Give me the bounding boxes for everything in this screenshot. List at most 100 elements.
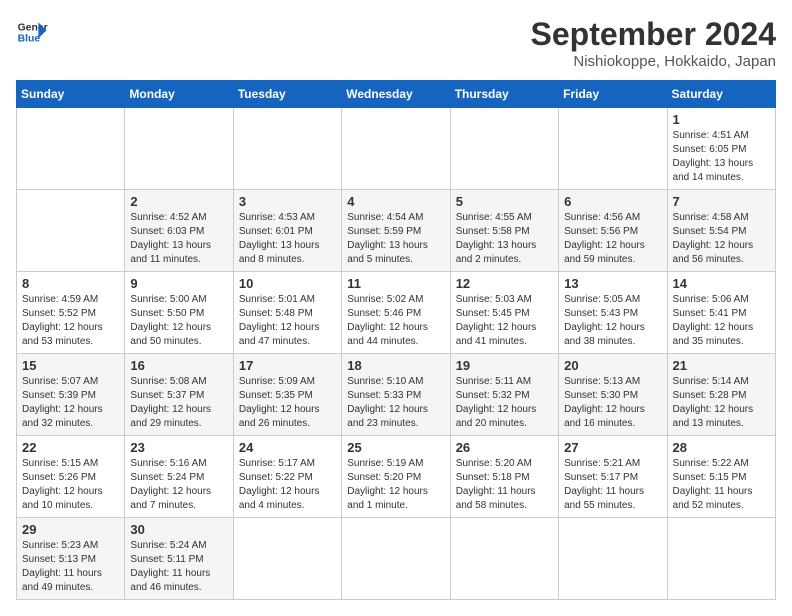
day-info: Sunrise: 4:55 AMSunset: 5:58 PMDaylight:… — [456, 212, 537, 265]
day-number: 10 — [239, 276, 336, 291]
day-info: Sunrise: 5:10 AMSunset: 5:33 PMDaylight:… — [347, 376, 428, 429]
calendar-cell: 10 Sunrise: 5:01 AMSunset: 5:48 PMDaylig… — [233, 272, 341, 354]
day-number: 13 — [564, 276, 661, 291]
day-info: Sunrise: 4:52 AMSunset: 6:03 PMDaylight:… — [130, 212, 211, 265]
header-thursday: Thursday — [450, 81, 558, 108]
calendar-week-4: 22 Sunrise: 5:15 AMSunset: 5:26 PMDaylig… — [17, 436, 776, 518]
calendar-cell: 7 Sunrise: 4:58 AMSunset: 5:54 PMDayligh… — [667, 190, 775, 272]
day-number: 27 — [564, 440, 661, 455]
day-number: 26 — [456, 440, 553, 455]
calendar-cell — [667, 518, 775, 600]
header-monday: Monday — [125, 81, 233, 108]
calendar-cell — [559, 108, 667, 190]
subtitle: Nishiokoppe, Hokkaido, Japan — [531, 53, 776, 70]
calendar-cell: 14 Sunrise: 5:06 AMSunset: 5:41 PMDaylig… — [667, 272, 775, 354]
header-tuesday: Tuesday — [233, 81, 341, 108]
day-number: 25 — [347, 440, 444, 455]
calendar-cell: 25 Sunrise: 5:19 AMSunset: 5:20 PMDaylig… — [342, 436, 450, 518]
calendar-cell: 8 Sunrise: 4:59 AMSunset: 5:52 PMDayligh… — [17, 272, 125, 354]
day-info: Sunrise: 5:24 AMSunset: 5:11 PMDaylight:… — [130, 540, 210, 593]
calendar-cell: 12 Sunrise: 5:03 AMSunset: 5:45 PMDaylig… — [450, 272, 558, 354]
day-number: 20 — [564, 358, 661, 373]
calendar-cell: 1 Sunrise: 4:51 AMSunset: 6:05 PMDayligh… — [667, 108, 775, 190]
calendar-cell: 20 Sunrise: 5:13 AMSunset: 5:30 PMDaylig… — [559, 354, 667, 436]
calendar-cell: 30 Sunrise: 5:24 AMSunset: 5:11 PMDaylig… — [125, 518, 233, 600]
day-number: 14 — [673, 276, 770, 291]
calendar-cell: 15 Sunrise: 5:07 AMSunset: 5:39 PMDaylig… — [17, 354, 125, 436]
day-number: 16 — [130, 358, 227, 373]
day-info: Sunrise: 5:08 AMSunset: 5:37 PMDaylight:… — [130, 376, 211, 429]
logo: General Blue — [16, 16, 48, 48]
day-number: 15 — [22, 358, 119, 373]
calendar-cell: 23 Sunrise: 5:16 AMSunset: 5:24 PMDaylig… — [125, 436, 233, 518]
day-info: Sunrise: 5:05 AMSunset: 5:43 PMDaylight:… — [564, 294, 645, 347]
calendar-cell: 17 Sunrise: 5:09 AMSunset: 5:35 PMDaylig… — [233, 354, 341, 436]
day-info: Sunrise: 5:07 AMSunset: 5:39 PMDaylight:… — [22, 376, 103, 429]
day-info: Sunrise: 4:53 AMSunset: 6:01 PMDaylight:… — [239, 212, 320, 265]
calendar-cell: 11 Sunrise: 5:02 AMSunset: 5:46 PMDaylig… — [342, 272, 450, 354]
day-info: Sunrise: 5:09 AMSunset: 5:35 PMDaylight:… — [239, 376, 320, 429]
calendar-cell — [233, 108, 341, 190]
day-info: Sunrise: 5:22 AMSunset: 5:15 PMDaylight:… — [673, 458, 753, 511]
day-number: 24 — [239, 440, 336, 455]
day-number: 1 — [673, 112, 770, 127]
day-number: 9 — [130, 276, 227, 291]
calendar-cell — [450, 518, 558, 600]
day-number: 7 — [673, 194, 770, 209]
svg-text:Blue: Blue — [18, 34, 41, 45]
calendar-cell — [233, 518, 341, 600]
calendar-cell — [342, 108, 450, 190]
calendar-cell: 9 Sunrise: 5:00 AMSunset: 5:50 PMDayligh… — [125, 272, 233, 354]
day-info: Sunrise: 5:15 AMSunset: 5:26 PMDaylight:… — [22, 458, 103, 511]
header-friday: Friday — [559, 81, 667, 108]
calendar-week-3: 15 Sunrise: 5:07 AMSunset: 5:39 PMDaylig… — [17, 354, 776, 436]
day-number: 18 — [347, 358, 444, 373]
logo-icon: General Blue — [16, 16, 48, 48]
day-number: 2 — [130, 194, 227, 209]
calendar-cell — [559, 518, 667, 600]
day-number: 6 — [564, 194, 661, 209]
calendar-cell: 2 Sunrise: 4:52 AMSunset: 6:03 PMDayligh… — [125, 190, 233, 272]
day-number: 11 — [347, 276, 444, 291]
calendar-cell — [450, 108, 558, 190]
calendar-cell — [17, 190, 125, 272]
day-info: Sunrise: 4:58 AMSunset: 5:54 PMDaylight:… — [673, 212, 754, 265]
day-info: Sunrise: 5:17 AMSunset: 5:22 PMDaylight:… — [239, 458, 320, 511]
calendar-cell: 16 Sunrise: 5:08 AMSunset: 5:37 PMDaylig… — [125, 354, 233, 436]
day-number: 30 — [130, 522, 227, 537]
header-sunday: Sunday — [17, 81, 125, 108]
day-info: Sunrise: 4:59 AMSunset: 5:52 PMDaylight:… — [22, 294, 103, 347]
calendar-cell: 4 Sunrise: 4:54 AMSunset: 5:59 PMDayligh… — [342, 190, 450, 272]
day-info: Sunrise: 4:54 AMSunset: 5:59 PMDaylight:… — [347, 212, 428, 265]
day-info: Sunrise: 4:51 AMSunset: 6:05 PMDaylight:… — [673, 130, 754, 183]
day-info: Sunrise: 5:23 AMSunset: 5:13 PMDaylight:… — [22, 540, 102, 593]
day-info: Sunrise: 5:16 AMSunset: 5:24 PMDaylight:… — [130, 458, 211, 511]
header-row: Sunday Monday Tuesday Wednesday Thursday… — [17, 81, 776, 108]
calendar-cell — [17, 108, 125, 190]
day-number: 5 — [456, 194, 553, 209]
day-number: 4 — [347, 194, 444, 209]
calendar-cell — [342, 518, 450, 600]
calendar-cell: 6 Sunrise: 4:56 AMSunset: 5:56 PMDayligh… — [559, 190, 667, 272]
day-info: Sunrise: 5:20 AMSunset: 5:18 PMDaylight:… — [456, 458, 536, 511]
day-info: Sunrise: 5:11 AMSunset: 5:32 PMDaylight:… — [456, 376, 537, 429]
day-number: 23 — [130, 440, 227, 455]
day-info: Sunrise: 5:21 AMSunset: 5:17 PMDaylight:… — [564, 458, 644, 511]
calendar-cell: 24 Sunrise: 5:17 AMSunset: 5:22 PMDaylig… — [233, 436, 341, 518]
main-title: September 2024 — [531, 16, 776, 53]
day-info: Sunrise: 5:01 AMSunset: 5:48 PMDaylight:… — [239, 294, 320, 347]
calendar-cell: 3 Sunrise: 4:53 AMSunset: 6:01 PMDayligh… — [233, 190, 341, 272]
day-info: Sunrise: 4:56 AMSunset: 5:56 PMDaylight:… — [564, 212, 645, 265]
calendar-week-5: 29 Sunrise: 5:23 AMSunset: 5:13 PMDaylig… — [17, 518, 776, 600]
calendar-week-1: 2 Sunrise: 4:52 AMSunset: 6:03 PMDayligh… — [17, 190, 776, 272]
day-number: 19 — [456, 358, 553, 373]
day-info: Sunrise: 5:06 AMSunset: 5:41 PMDaylight:… — [673, 294, 754, 347]
calendar-cell: 5 Sunrise: 4:55 AMSunset: 5:58 PMDayligh… — [450, 190, 558, 272]
calendar-cell: 28 Sunrise: 5:22 AMSunset: 5:15 PMDaylig… — [667, 436, 775, 518]
day-number: 8 — [22, 276, 119, 291]
calendar-week-2: 8 Sunrise: 4:59 AMSunset: 5:52 PMDayligh… — [17, 272, 776, 354]
calendar-cell: 18 Sunrise: 5:10 AMSunset: 5:33 PMDaylig… — [342, 354, 450, 436]
day-number: 21 — [673, 358, 770, 373]
day-info: Sunrise: 5:19 AMSunset: 5:20 PMDaylight:… — [347, 458, 428, 511]
day-number: 28 — [673, 440, 770, 455]
